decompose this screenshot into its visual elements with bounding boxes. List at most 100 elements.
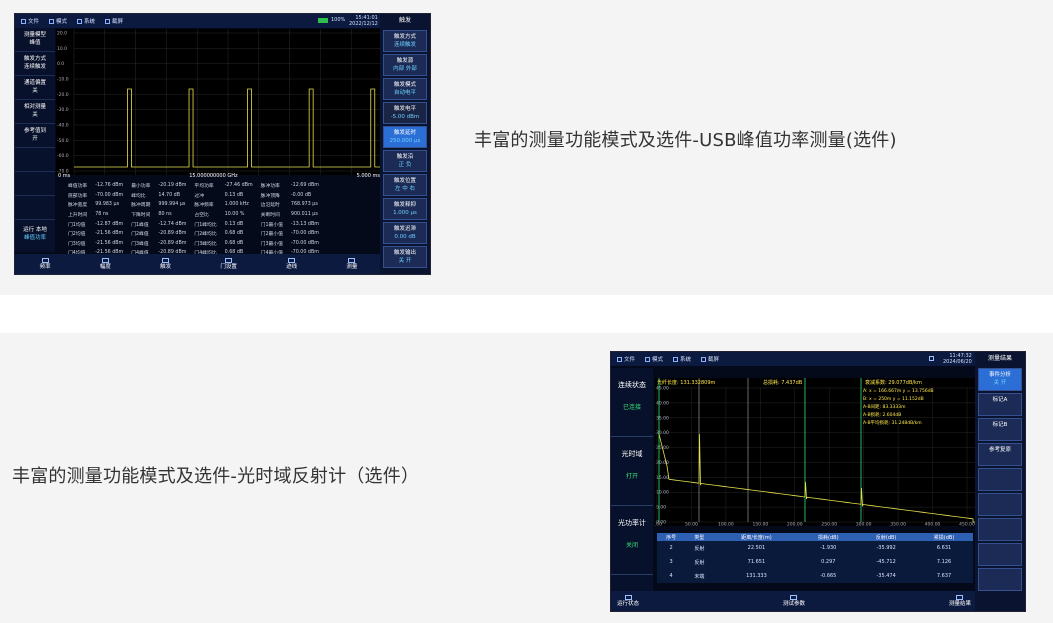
bottom-test-params[interactable]: 测试参数 bbox=[783, 594, 805, 608]
results-softkey[interactable] bbox=[978, 568, 1022, 591]
mode-icon bbox=[645, 356, 651, 362]
softkey-label: 触发源 bbox=[396, 58, 414, 64]
menu-system[interactable]: 系统 bbox=[673, 355, 691, 363]
trigger-softkey[interactable]: 触发方式 连续触发 bbox=[383, 30, 427, 52]
bottom-soft-menu: 频率 幅度 触发 门设置 迹线 测量 bbox=[15, 254, 382, 274]
measure-label: 脉冲功率 bbox=[260, 184, 280, 190]
menu-file[interactable]: 文件 bbox=[617, 355, 635, 363]
gate-icon bbox=[225, 257, 233, 263]
table-cell: -1.930 bbox=[799, 541, 858, 555]
softkey-label: 事件分析 bbox=[988, 372, 1011, 378]
left-item-offset[interactable]: 通道偏置关 bbox=[15, 76, 55, 100]
measure-value: -12.76 dBm bbox=[95, 183, 124, 189]
bottom-gate[interactable]: 门设置 bbox=[220, 257, 237, 271]
bottom-frequency[interactable]: 频率 bbox=[40, 257, 51, 271]
measurement-table: 峰值功率 -12.76 dBm 最小功率 -20.19 dBm 平均功率 -27.46 d… bbox=[63, 180, 324, 259]
menu-screenshot[interactable]: 截屏 bbox=[105, 17, 123, 25]
frequency-icon bbox=[41, 257, 49, 263]
left-empty-slot bbox=[15, 148, 55, 172]
menu-system[interactable]: 系统 bbox=[77, 17, 95, 25]
bottom-trigger[interactable]: 触发 bbox=[160, 257, 171, 271]
cursor-ab-loss: A-B损耗: 2.604dB bbox=[863, 413, 902, 418]
column-header[interactable]: 损耗(dB) bbox=[799, 533, 858, 541]
plot-grid: 20.0 10.0 0.0 -10.0 -20.0 -30.0 -40.0 -50.0 -60.… bbox=[57, 29, 382, 175]
left-item-reference[interactable]: 参考值到开 bbox=[15, 124, 55, 148]
measure-value: 900.011 μs bbox=[290, 212, 318, 218]
table-cell: 6.631 bbox=[915, 541, 973, 555]
results-softkey[interactable] bbox=[978, 468, 1022, 491]
trigger-softkey[interactable]: 触发迟滞 0.00 dB bbox=[383, 222, 427, 244]
measure-value: -20.19 dBm bbox=[158, 183, 187, 189]
table-cell: 131.333 bbox=[713, 569, 800, 583]
table-cell: -45.712 bbox=[857, 555, 916, 569]
table-cell: 0.297 bbox=[799, 555, 858, 569]
left-status-panel: 连续状态 已连接 光时域 打开 光功率计 关闭 bbox=[611, 368, 653, 594]
table-row[interactable]: 2 反射 22.501 -1.930 -35.992 6.631 bbox=[657, 541, 973, 555]
trigger-softkey[interactable]: 触发模式 自动电平 bbox=[383, 78, 427, 100]
table-row[interactable]: 4 末端 131.333 -0.665 -35.474 7.637 bbox=[657, 569, 973, 583]
menu-screenshot[interactable]: 截屏 bbox=[701, 355, 719, 363]
bottom-amplitude[interactable]: 幅度 bbox=[100, 257, 111, 271]
softkey-label: 触发输出 bbox=[393, 250, 416, 256]
menu-mode[interactable]: 模式 bbox=[49, 17, 67, 25]
bottom-results[interactable]: 测量结果 bbox=[949, 594, 971, 608]
y-tick-label: 20.0 bbox=[57, 31, 67, 37]
power-meter-toggle[interactable]: 光功率计 关闭 bbox=[611, 506, 653, 575]
softkey-value: 正 负 bbox=[398, 162, 412, 168]
column-header[interactable]: 距离/长度(m) bbox=[713, 533, 800, 541]
results-softkey[interactable]: 标记A bbox=[978, 393, 1022, 416]
results-softkey[interactable] bbox=[978, 543, 1022, 566]
bottom-measure[interactable]: 测量 bbox=[346, 257, 357, 271]
screenshot-icon bbox=[105, 18, 111, 24]
trigger-softkey[interactable]: 触发位置左 中 右 bbox=[383, 174, 427, 196]
results-softkey[interactable] bbox=[978, 518, 1022, 541]
measure-value: -12.74 dBm bbox=[158, 221, 187, 227]
trigger-icon bbox=[162, 257, 170, 263]
left-item-relative[interactable]: 相对测量关 bbox=[15, 100, 55, 124]
results-menu-panel: 测量结果 事件分析关 开标记A 标记B 参考复原 bbox=[975, 352, 1025, 611]
trigger-softkey[interactable]: 触发电平 -5.00 dBm bbox=[383, 102, 427, 124]
table-cell: 7.126 bbox=[915, 555, 973, 569]
trigger-softkey[interactable]: 触发延时 250.000 μs bbox=[383, 126, 427, 148]
left-item-model[interactable]: 测量模型 峰值 bbox=[15, 28, 55, 52]
softkey-label: 触发位置 bbox=[393, 178, 416, 184]
top-menu-bar: 文件 模式 系统 截屏 100% 15:41:01 2022/12/12 bbox=[15, 14, 382, 28]
column-header[interactable]: 累损(dB) bbox=[915, 533, 973, 541]
measure-value: -20.89 dBm bbox=[158, 240, 187, 246]
column-header[interactable]: 反射(dB) bbox=[857, 533, 916, 541]
clock: 15:41:01 2022/12/12 bbox=[349, 15, 378, 27]
results-softkey[interactable]: 标记B bbox=[978, 418, 1022, 441]
softkey-label: 标记B bbox=[992, 422, 1008, 428]
y-tick-label: -40.0 bbox=[57, 123, 69, 129]
column-header[interactable]: 序号 bbox=[657, 533, 686, 541]
measure-value: -21.56 dBm bbox=[95, 240, 124, 246]
trigger-softkey[interactable]: 触发输出关 开 bbox=[383, 246, 427, 268]
softkey-value: 内部 外部 bbox=[393, 66, 417, 72]
results-softkey[interactable] bbox=[978, 493, 1022, 516]
params-icon bbox=[790, 594, 798, 600]
cursor-ab-avg-loss: A-B平均损耗: 31.248dB/km bbox=[863, 421, 922, 426]
otdr-toggle[interactable]: 光时域 打开 bbox=[611, 437, 653, 506]
table-row[interactable]: 3 反射 71.651 0.297 -45.712 7.126 bbox=[657, 555, 973, 569]
connection-status[interactable]: 连续状态 已连接 bbox=[611, 368, 653, 437]
status-icon bbox=[624, 594, 632, 600]
results-softkey[interactable]: 参考复原 bbox=[978, 443, 1022, 466]
left-item-trigger-mode[interactable]: 触发方式 连续触发 bbox=[15, 52, 55, 76]
measure-label: 边沿延时 bbox=[260, 203, 280, 209]
table-cell: 22.501 bbox=[713, 541, 800, 555]
x-tick-label: 150.00 bbox=[752, 522, 768, 527]
bottom-run-status[interactable]: 运行状态 bbox=[617, 594, 639, 608]
menu-file[interactable]: 文件 bbox=[21, 17, 39, 25]
y-tick-label: -60.0 bbox=[57, 153, 69, 159]
trigger-softkey[interactable]: 触发沿正 负 bbox=[383, 150, 427, 172]
file-icon bbox=[617, 356, 622, 362]
column-header[interactable]: 类型 bbox=[685, 533, 714, 541]
battery-level: 100% bbox=[331, 17, 346, 23]
bottom-trace[interactable]: 迹线 bbox=[286, 257, 297, 271]
trigger-softkey[interactable]: 触发释抑 1.000 μs bbox=[383, 198, 427, 220]
x-end-label: 5.000 ms bbox=[356, 173, 380, 179]
menu-mode[interactable]: 模式 bbox=[645, 355, 663, 363]
trigger-softkey[interactable]: 触发源 内部 外部 bbox=[383, 54, 427, 76]
results-icon bbox=[956, 594, 964, 600]
results-softkey[interactable]: 事件分析关 开 bbox=[978, 368, 1022, 391]
